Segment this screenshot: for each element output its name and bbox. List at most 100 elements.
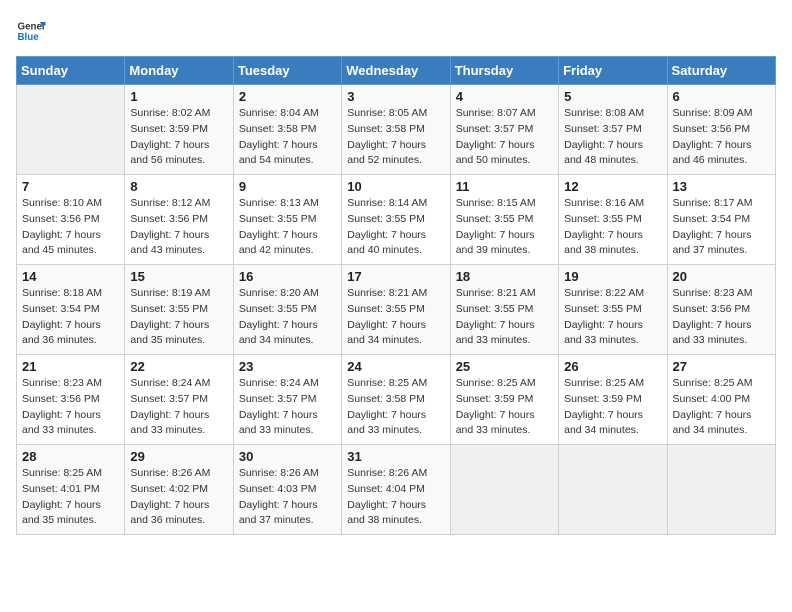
day-info-line: Daylight: 7 hours xyxy=(456,228,553,244)
day-info-line: Sunset: 3:55 PM xyxy=(347,212,444,228)
day-number: 18 xyxy=(456,269,553,284)
day-info-line: and 33 minutes. xyxy=(130,423,227,439)
day-info-line: Sunrise: 8:17 AM xyxy=(673,196,770,212)
calendar-cell: 31 Sunrise: 8:26 AMSunset: 4:04 PMDayligh… xyxy=(342,445,450,535)
day-info: Sunrise: 8:25 AMSunset: 4:01 PMDaylight:… xyxy=(22,466,119,529)
day-number: 9 xyxy=(239,179,336,194)
calendar-cell: 12Sunrise: 8:16 AMSunset: 3:55 PMDayligh… xyxy=(559,175,667,265)
day-info: Sunrise: 8:12 AMSunset: 3:56 PMDaylight:… xyxy=(130,196,227,259)
calendar-cell: 27 Sunrise: 8:25 AMSunset: 4:00 PMDayligh… xyxy=(667,355,775,445)
day-info-line: Sunset: 3:55 PM xyxy=(456,212,553,228)
day-info-line: and 33 minutes. xyxy=(347,423,444,439)
day-info-line: and 35 minutes. xyxy=(22,513,119,529)
day-number: 16 xyxy=(239,269,336,284)
day-info-line: Sunrise: 8:23 AM xyxy=(22,376,119,392)
day-number: 8 xyxy=(130,179,227,194)
day-info: Sunrise: 8:22 AMSunset: 3:55 PMDaylight:… xyxy=(564,286,661,349)
day-info-line: Sunrise: 8:14 AM xyxy=(347,196,444,212)
day-info-line: Sunrise: 8:26 AM xyxy=(130,466,227,482)
day-info: Sunrise: 8:08 AMSunset: 3:57 PMDaylight:… xyxy=(564,106,661,169)
day-info-line: and 37 minutes. xyxy=(239,513,336,529)
day-info-line: and 33 minutes. xyxy=(564,333,661,349)
day-number: 14 xyxy=(22,269,119,284)
day-info: Sunrise: 8:15 AMSunset: 3:55 PMDaylight:… xyxy=(456,196,553,259)
calendar-week-row: 28Sunrise: 8:25 AMSunset: 4:01 PMDayligh… xyxy=(17,445,776,535)
day-number: 2 xyxy=(239,89,336,104)
calendar-cell: 4Sunrise: 8:07 AMSunset: 3:57 PMDaylight… xyxy=(450,85,558,175)
day-header-sunday: Sunday xyxy=(17,57,125,85)
calendar-cell: 3Sunrise: 8:05 AMSunset: 3:58 PMDaylight… xyxy=(342,85,450,175)
day-header-saturday: Saturday xyxy=(667,57,775,85)
day-info: Sunrise: 8:10 AMSunset: 3:56 PMDaylight:… xyxy=(22,196,119,259)
day-number: 5 xyxy=(564,89,661,104)
day-info-line: Sunset: 3:59 PM xyxy=(564,392,661,408)
calendar-cell: 29Sunrise: 8:26 AMSunset: 4:02 PMDayligh… xyxy=(125,445,233,535)
day-info-line: Daylight: 7 hours xyxy=(456,408,553,424)
day-number: 27 xyxy=(673,359,770,374)
day-info-line: Daylight: 7 hours xyxy=(564,408,661,424)
calendar-cell: 16Sunrise: 8:20 AMSunset: 3:55 PMDayligh… xyxy=(233,265,341,355)
day-info-line: Daylight: 7 hours xyxy=(22,228,119,244)
calendar-cell: 7Sunrise: 8:10 AMSunset: 3:56 PMDaylight… xyxy=(17,175,125,265)
day-info-line: Sunset: 4:04 PM xyxy=(347,482,444,498)
day-info-line: and 33 minutes. xyxy=(456,423,553,439)
day-info-line: Daylight: 7 hours xyxy=(130,138,227,154)
day-info-line: Daylight: 7 hours xyxy=(564,318,661,334)
day-number: 21 xyxy=(22,359,119,374)
day-info: Sunrise: 8:09 AMSunset: 3:56 PMDaylight:… xyxy=(673,106,770,169)
day-number: 31 xyxy=(347,449,444,464)
day-info-line: and 38 minutes. xyxy=(347,513,444,529)
day-info-line: and 34 minutes. xyxy=(564,423,661,439)
day-info-line: Daylight: 7 hours xyxy=(239,318,336,334)
day-info-line: Sunrise: 8:09 AM xyxy=(673,106,770,122)
day-info-line: Daylight: 7 hours xyxy=(347,318,444,334)
calendar-week-row: 14 Sunrise: 8:18 AMSunset: 3:54 PMDayligh… xyxy=(17,265,776,355)
day-info: Sunrise: 8:23 AMSunset: 3:56 PMDaylight:… xyxy=(22,376,119,439)
day-info-line: Sunset: 3:58 PM xyxy=(347,392,444,408)
day-info: Sunrise: 8:21 AMSunset: 3:55 PMDaylight:… xyxy=(347,286,444,349)
day-info-line: Sunset: 3:58 PM xyxy=(239,122,336,138)
day-info-line: Sunset: 3:56 PM xyxy=(673,302,770,318)
day-info: Sunrise: 8:14 AMSunset: 3:55 PMDaylight:… xyxy=(347,196,444,259)
day-info-line: Daylight: 7 hours xyxy=(239,138,336,154)
day-info: Sunrise: 8:04 AMSunset: 3:58 PMDaylight:… xyxy=(239,106,336,169)
day-info-line: Daylight: 7 hours xyxy=(564,228,661,244)
day-info-line: Sunset: 4:02 PM xyxy=(130,482,227,498)
day-header-friday: Friday xyxy=(559,57,667,85)
day-info-line: Sunset: 4:01 PM xyxy=(22,482,119,498)
day-number: 25 xyxy=(456,359,553,374)
day-info-line: and 33 minutes. xyxy=(456,333,553,349)
svg-text:Blue: Blue xyxy=(18,32,40,43)
day-info-line: Sunrise: 8:07 AM xyxy=(456,106,553,122)
day-info-line: Sunrise: 8:25 AM xyxy=(673,376,770,392)
day-info-line: Daylight: 7 hours xyxy=(564,138,661,154)
day-info: Sunrise: 8:21 AMSunset: 3:55 PMDaylight:… xyxy=(456,286,553,349)
day-info-line: Daylight: 7 hours xyxy=(456,138,553,154)
calendar-cell: 6Sunrise: 8:09 AMSunset: 3:56 PMDaylight… xyxy=(667,85,775,175)
day-info-line: and 33 minutes. xyxy=(239,423,336,439)
day-info: Sunrise: 8:24 AMSunset: 3:57 PMDaylight:… xyxy=(239,376,336,439)
day-info-line: Sunset: 3:59 PM xyxy=(130,122,227,138)
calendar-cell: 23Sunrise: 8:24 AMSunset: 3:57 PMDayligh… xyxy=(233,355,341,445)
day-info-line: and 48 minutes. xyxy=(564,153,661,169)
day-info-line: Sunrise: 8:25 AM xyxy=(347,376,444,392)
day-number: 12 xyxy=(564,179,661,194)
day-info: Sunrise: 8:18 AMSunset: 3:54 PMDaylight:… xyxy=(22,286,119,349)
day-info: Sunrise: 8:26 AMSunset: 4:04 PMDaylight:… xyxy=(347,466,444,529)
day-number: 26 xyxy=(564,359,661,374)
day-info-line: and 52 minutes. xyxy=(347,153,444,169)
day-info-line: and 45 minutes. xyxy=(22,243,119,259)
calendar-cell: 9Sunrise: 8:13 AMSunset: 3:55 PMDaylight… xyxy=(233,175,341,265)
day-number: 4 xyxy=(456,89,553,104)
calendar-cell: 10Sunrise: 8:14 AMSunset: 3:55 PMDayligh… xyxy=(342,175,450,265)
day-info-line: and 46 minutes. xyxy=(673,153,770,169)
day-info-line: and 50 minutes. xyxy=(456,153,553,169)
calendar-week-row: 21Sunrise: 8:23 AMSunset: 3:56 PMDayligh… xyxy=(17,355,776,445)
day-info-line: Sunrise: 8:25 AM xyxy=(564,376,661,392)
day-info: Sunrise: 8:26 AMSunset: 4:02 PMDaylight:… xyxy=(130,466,227,529)
day-info-line: Sunset: 3:56 PM xyxy=(22,392,119,408)
day-info: Sunrise: 8:25 AMSunset: 4:00 PMDaylight:… xyxy=(673,376,770,439)
calendar-week-row: 1Sunrise: 8:02 AMSunset: 3:59 PMDaylight… xyxy=(17,85,776,175)
calendar-cell: 26 Sunrise: 8:25 AMSunset: 3:59 PMDayligh… xyxy=(559,355,667,445)
day-info-line: Sunrise: 8:04 AM xyxy=(239,106,336,122)
